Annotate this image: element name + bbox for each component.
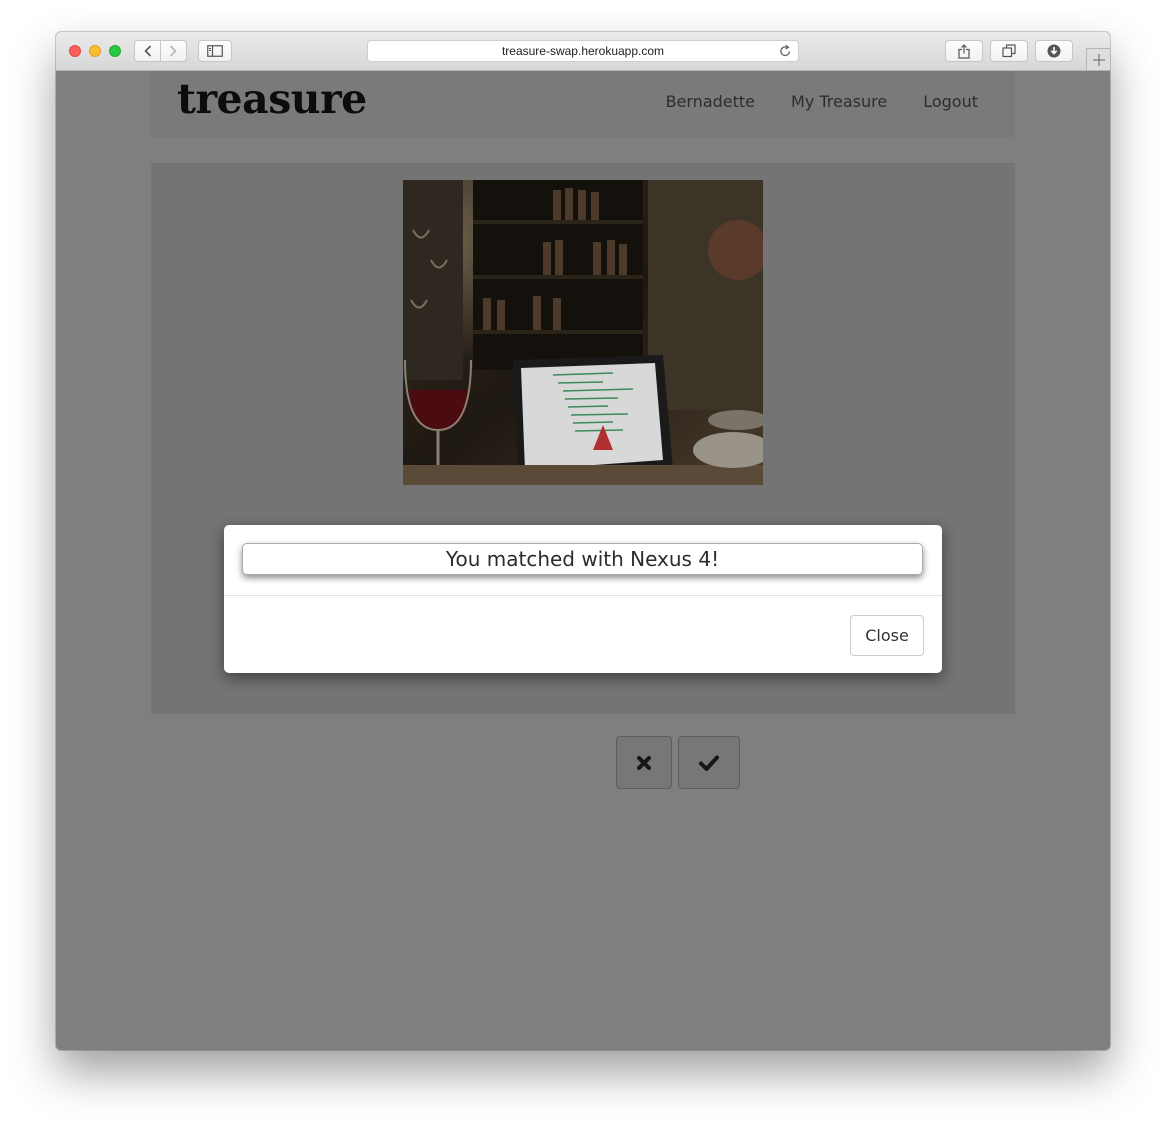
zoom-window-button[interactable]: [109, 45, 121, 57]
match-modal: You matched with Nexus 4! Close: [224, 525, 942, 673]
chevron-left-icon: [143, 45, 151, 57]
close-button[interactable]: Close: [850, 615, 924, 656]
download-icon: [1047, 44, 1061, 58]
nav-links: Bernadette My Treasure Logout: [666, 92, 978, 111]
item-photo: [403, 180, 763, 485]
reject-button[interactable]: [616, 736, 672, 789]
modal-title: You matched with Nexus 4!: [242, 543, 923, 575]
new-tab-button[interactable]: [1086, 48, 1110, 70]
sidebar-button[interactable]: [198, 40, 232, 62]
url-text: treasure-swap.herokuapp.com: [501, 44, 665, 58]
sidebar-icon: [207, 45, 223, 57]
minimize-window-button[interactable]: [89, 45, 101, 57]
nav-link-profile[interactable]: Bernadette: [666, 92, 755, 111]
tabs-icon: [1002, 44, 1016, 58]
nav-link-my-treasure[interactable]: My Treasure: [791, 92, 887, 111]
address-bar[interactable]: treasure-swap.herokuapp.com: [367, 40, 799, 62]
nav-link-logout[interactable]: Logout: [923, 92, 978, 111]
plus-icon: [1092, 53, 1105, 66]
chevron-right-icon: [170, 45, 178, 57]
tabs-button[interactable]: [990, 40, 1028, 62]
x-icon: [637, 755, 651, 770]
brand-logo[interactable]: treasure: [177, 75, 367, 123]
accept-button[interactable]: [678, 736, 740, 789]
browser-toolbar: treasure-swap.herokuapp.com: [56, 32, 1110, 71]
modal-divider: [224, 595, 942, 596]
page-content: treasure Bernadette My Treasure Logout Y…: [56, 71, 1110, 1050]
site-navbar: treasure Bernadette My Treasure Logout: [151, 71, 1015, 138]
share-button[interactable]: [945, 40, 983, 62]
browser-window: treasure-swap.herokuapp.com treasure Ber…: [56, 32, 1110, 1050]
back-button[interactable]: [135, 41, 160, 61]
share-icon: [958, 43, 970, 59]
checkmark-icon: [699, 755, 719, 771]
downloads-button[interactable]: [1035, 40, 1073, 62]
forward-button[interactable]: [161, 41, 186, 61]
history-nav: [134, 40, 187, 62]
close-window-button[interactable]: [69, 45, 81, 57]
reload-icon[interactable]: [779, 44, 792, 61]
